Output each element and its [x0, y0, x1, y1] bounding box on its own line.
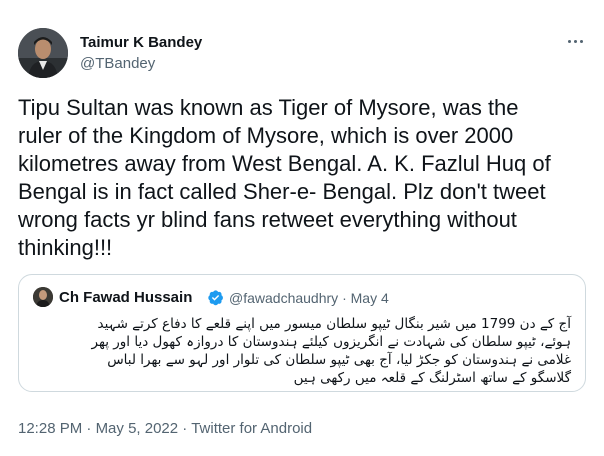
quoted-tweet-text: آج کے دن 1799 میں شیر بنگال ٹیپو سلطان م…	[91, 316, 571, 386]
quoted-tweet[interactable]: Ch Fawad Hussain @fawadchaudhry · May 4 …	[18, 274, 586, 392]
footer-separator: ·	[86, 420, 92, 437]
quoted-author-avatar[interactable]	[33, 287, 53, 307]
tweet-text: Tipu Sultan was known as Tiger of Mysore…	[18, 95, 551, 260]
quoted-author-handle[interactable]: @fawadchaudhry	[229, 290, 338, 306]
quoted-meta: @fawadchaudhry · May 4	[229, 290, 389, 306]
tweet-date[interactable]: May 5, 2022	[96, 420, 179, 437]
verified-badge-icon	[207, 289, 224, 306]
tweet-source[interactable]: Twitter for Android	[191, 420, 312, 437]
quoted-tweet-date[interactable]: May 4	[351, 290, 389, 306]
footer-separator: ·	[182, 420, 188, 437]
tweet-time[interactable]: 12:28 PM	[18, 420, 82, 437]
tweet-timestamp: 12:28 PM · May 5, 2022 · Twitter for And…	[18, 420, 312, 437]
meta-separator: ·	[342, 290, 347, 306]
author-name[interactable]: Taimur K Bandey	[80, 34, 202, 51]
quoted-author-name[interactable]: Ch Fawad Hussain	[59, 289, 192, 306]
author-avatar[interactable]	[18, 28, 68, 78]
more-options-icon[interactable]	[560, 30, 590, 52]
tweet-card: Taimur K Bandey @TBandey Tipu Sultan was…	[0, 0, 604, 456]
author-handle[interactable]: @TBandey	[80, 55, 155, 72]
